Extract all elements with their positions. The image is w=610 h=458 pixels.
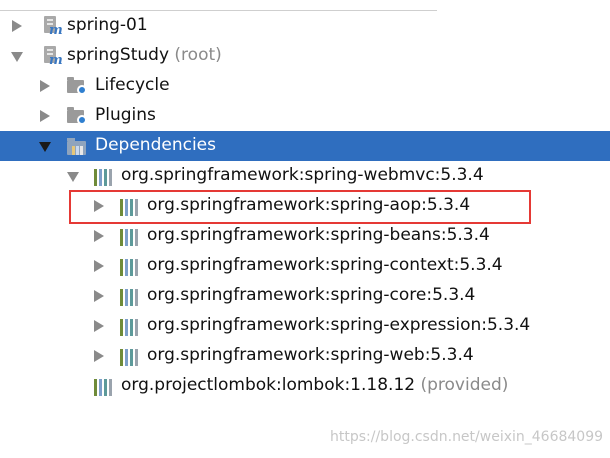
expand-arrow-icon[interactable] xyxy=(94,230,104,242)
expand-arrow-icon[interactable] xyxy=(40,80,50,92)
tree-node-lifecycle[interactable]: Lifecycle xyxy=(0,71,610,101)
library-icon xyxy=(120,258,142,276)
tree-node-label: springStudy xyxy=(67,45,170,65)
watermark: https://blog.csdn.net/weixin_46684099 xyxy=(330,429,604,445)
lifecycle-folder-icon xyxy=(67,77,89,97)
scope-suffix: (provided) xyxy=(420,375,509,395)
collapse-arrow-icon[interactable] xyxy=(67,172,79,182)
expand-arrow-icon[interactable] xyxy=(94,320,104,332)
tree-node-label: org.springframework:spring-expression:5.… xyxy=(147,315,531,335)
collapse-arrow-icon[interactable] xyxy=(39,142,51,152)
tree-node-dep-context[interactable]: org.springframework:spring-context:5.3.4 xyxy=(0,251,610,281)
maven-module-icon: m xyxy=(41,16,63,38)
tree-node-label-group: springStudy (root) xyxy=(67,45,222,66)
root-suffix: (root) xyxy=(174,45,222,65)
library-icon xyxy=(120,228,142,246)
tree-node-label: Lifecycle xyxy=(95,75,170,95)
expand-arrow-icon[interactable] xyxy=(94,350,104,362)
plugins-folder-icon xyxy=(67,107,89,127)
tree-node-dep-webmvc[interactable]: org.springframework:spring-webmvc:5.3.4 xyxy=(0,161,610,191)
collapse-arrow-icon[interactable] xyxy=(11,52,23,62)
tree-node-springstudy[interactable]: m springStudy (root) xyxy=(0,41,610,71)
tree-node-plugins[interactable]: Plugins xyxy=(0,101,610,131)
tree-node-label: org.springframework:spring-webmvc:5.3.4 xyxy=(121,165,484,185)
library-icon xyxy=(120,318,142,336)
tree-node-label: Dependencies xyxy=(95,135,216,155)
tree-node-label-group: org.projectlombok:lombok:1.18.12 (provid… xyxy=(121,375,508,396)
tree-node-dep-expression[interactable]: org.springframework:spring-expression:5.… xyxy=(0,311,610,341)
tree-node-label: org.projectlombok:lombok:1.18.12 xyxy=(121,375,416,395)
tree-node-label: org.springframework:spring-web:5.3.4 xyxy=(147,345,474,365)
expand-arrow-icon[interactable] xyxy=(94,290,104,302)
expand-arrow-icon[interactable] xyxy=(94,260,104,272)
tree-node-dep-lombok[interactable]: org.projectlombok:lombok:1.18.12 (provid… xyxy=(0,371,610,401)
dependencies-folder-icon xyxy=(67,137,91,157)
top-divider xyxy=(0,0,437,11)
maven-module-icon: m xyxy=(41,46,63,68)
library-icon xyxy=(94,378,116,396)
tree-node-spring-01[interactable]: m spring-01 xyxy=(0,11,610,41)
highlight-box xyxy=(69,190,531,224)
tree-node-label: org.springframework:spring-context:5.3.4 xyxy=(147,255,503,275)
tree-node-dep-core[interactable]: org.springframework:spring-core:5.3.4 xyxy=(0,281,610,311)
tree-node-label: Plugins xyxy=(95,105,156,125)
library-icon xyxy=(120,288,142,306)
tree-node-label: org.springframework:spring-beans:5.3.4 xyxy=(147,225,490,245)
expand-arrow-icon[interactable] xyxy=(12,20,22,32)
tree-node-dep-beans[interactable]: org.springframework:spring-beans:5.3.4 xyxy=(0,221,610,251)
expand-arrow-icon[interactable] xyxy=(40,110,50,122)
tree-node-dep-web[interactable]: org.springframework:spring-web:5.3.4 xyxy=(0,341,610,371)
tree-node-label: spring-01 xyxy=(67,15,148,35)
tree-node-label: org.springframework:spring-core:5.3.4 xyxy=(147,285,476,305)
library-icon xyxy=(120,348,142,366)
library-icon xyxy=(94,168,116,186)
tree-node-dependencies[interactable]: Dependencies xyxy=(0,131,610,161)
